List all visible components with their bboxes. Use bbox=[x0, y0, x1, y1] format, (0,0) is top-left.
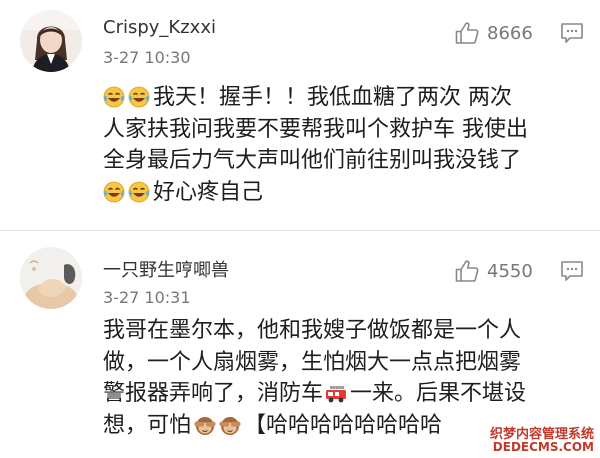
text-line: 警报器弄响了，消防车 一来。后果不堪设 bbox=[103, 378, 573, 410]
text-line: 做，一个人扇烟雾，生怕烟大一点点把烟雾 bbox=[103, 347, 573, 379]
timestamp: 3-27 10:30 bbox=[103, 48, 191, 67]
watermark-line: 织梦内容管理系统 bbox=[489, 426, 594, 442]
text-line: 人家扶我问我要不要帮我叫个救护车 我使出 bbox=[103, 114, 573, 146]
comment-bubble-icon bbox=[561, 261, 583, 281]
timestamp: 3-27 10:31 bbox=[103, 288, 191, 307]
comment-line: 警报器弄响了，消防车 bbox=[103, 381, 324, 406]
comment-line: 我天！握手！！我低血糖了两次 两次 bbox=[153, 85, 512, 110]
comment-line: 好心疼自己 bbox=[153, 179, 264, 205]
thumbs-up-icon bbox=[455, 260, 479, 282]
avatar[interactable] bbox=[20, 10, 82, 72]
comment-item: Crispy_Kzxxi 3-27 10:30 8666 我天！握手！！我低血糖… bbox=[0, 0, 600, 230]
like-button[interactable]: 4550 bbox=[454, 258, 533, 284]
watermark-line: DEDECMS.COM bbox=[492, 440, 594, 455]
comment-line: 【哈哈哈哈哈哈哈哈 bbox=[244, 412, 443, 438]
comment-line: 全身最后力气大声叫他们前往别叫我没钱了 bbox=[103, 148, 522, 173]
comment-text: 我哥在墨尔本，他和我嫂子做饭都是一个人 做，一个人扇烟雾，生怕烟大一点点把烟雾 … bbox=[103, 315, 573, 441]
comment-line: 想，可怕 bbox=[103, 412, 192, 438]
laugh-cry-emoji bbox=[103, 86, 125, 108]
like-button[interactable]: 8666 bbox=[454, 20, 533, 46]
text-line: 好心疼自己 bbox=[103, 177, 573, 209]
text-line: 我天！握手！！我低血糖了两次 两次 bbox=[103, 82, 573, 114]
comment-line: 人家扶我问我要不要帮我叫个救护车 我使出 bbox=[103, 116, 528, 142]
comment-line: 做，一个人扇烟雾，生怕烟大一点点把烟雾 bbox=[103, 349, 522, 375]
watermark: 织梦内容管理系统 DEDECMS.COM bbox=[490, 428, 594, 454]
laugh-cry-emoji bbox=[128, 86, 150, 108]
laugh-cry-emoji bbox=[128, 181, 150, 202]
comment-item: 一只野生哼唧兽 3-27 10:31 4550 我哥在墨尔本，他和我嫂子做饭都是… bbox=[0, 231, 600, 458]
avatar[interactable] bbox=[20, 247, 82, 309]
like-count: 4550 bbox=[487, 260, 533, 282]
comment-line: 一来。后果不堪设 bbox=[350, 381, 527, 406]
avatar-girl-image bbox=[20, 10, 82, 72]
reply-button[interactable] bbox=[560, 260, 584, 282]
username[interactable]: Crispy_Kzxxi bbox=[103, 17, 216, 38]
thumbs-up-icon bbox=[455, 22, 479, 44]
comment-text: 我天！握手！！我低血糖了两次 两次 人家扶我问我要不要帮我叫个救护车 我使出 全… bbox=[103, 82, 573, 208]
comment-bubble-icon bbox=[561, 23, 583, 43]
like-count: 8666 bbox=[487, 22, 533, 44]
text-line: 全身最后力气大声叫他们前往别叫我没钱了 bbox=[103, 145, 573, 177]
see-no-evil-monkey-emoji bbox=[194, 416, 216, 435]
username[interactable]: 一只野生哼唧兽 bbox=[103, 256, 229, 282]
avatar-cartoon-image bbox=[20, 247, 82, 309]
comment-line: 我哥在墨尔本，他和我嫂子做饭都是一个人 bbox=[103, 318, 522, 343]
see-no-evil-monkey-emoji bbox=[219, 416, 241, 435]
reply-button[interactable] bbox=[560, 22, 584, 44]
text-line: 我哥在墨尔本，他和我嫂子做饭都是一个人 bbox=[103, 315, 573, 347]
fire-engine-emoji bbox=[326, 386, 347, 403]
laugh-cry-emoji bbox=[103, 181, 125, 202]
